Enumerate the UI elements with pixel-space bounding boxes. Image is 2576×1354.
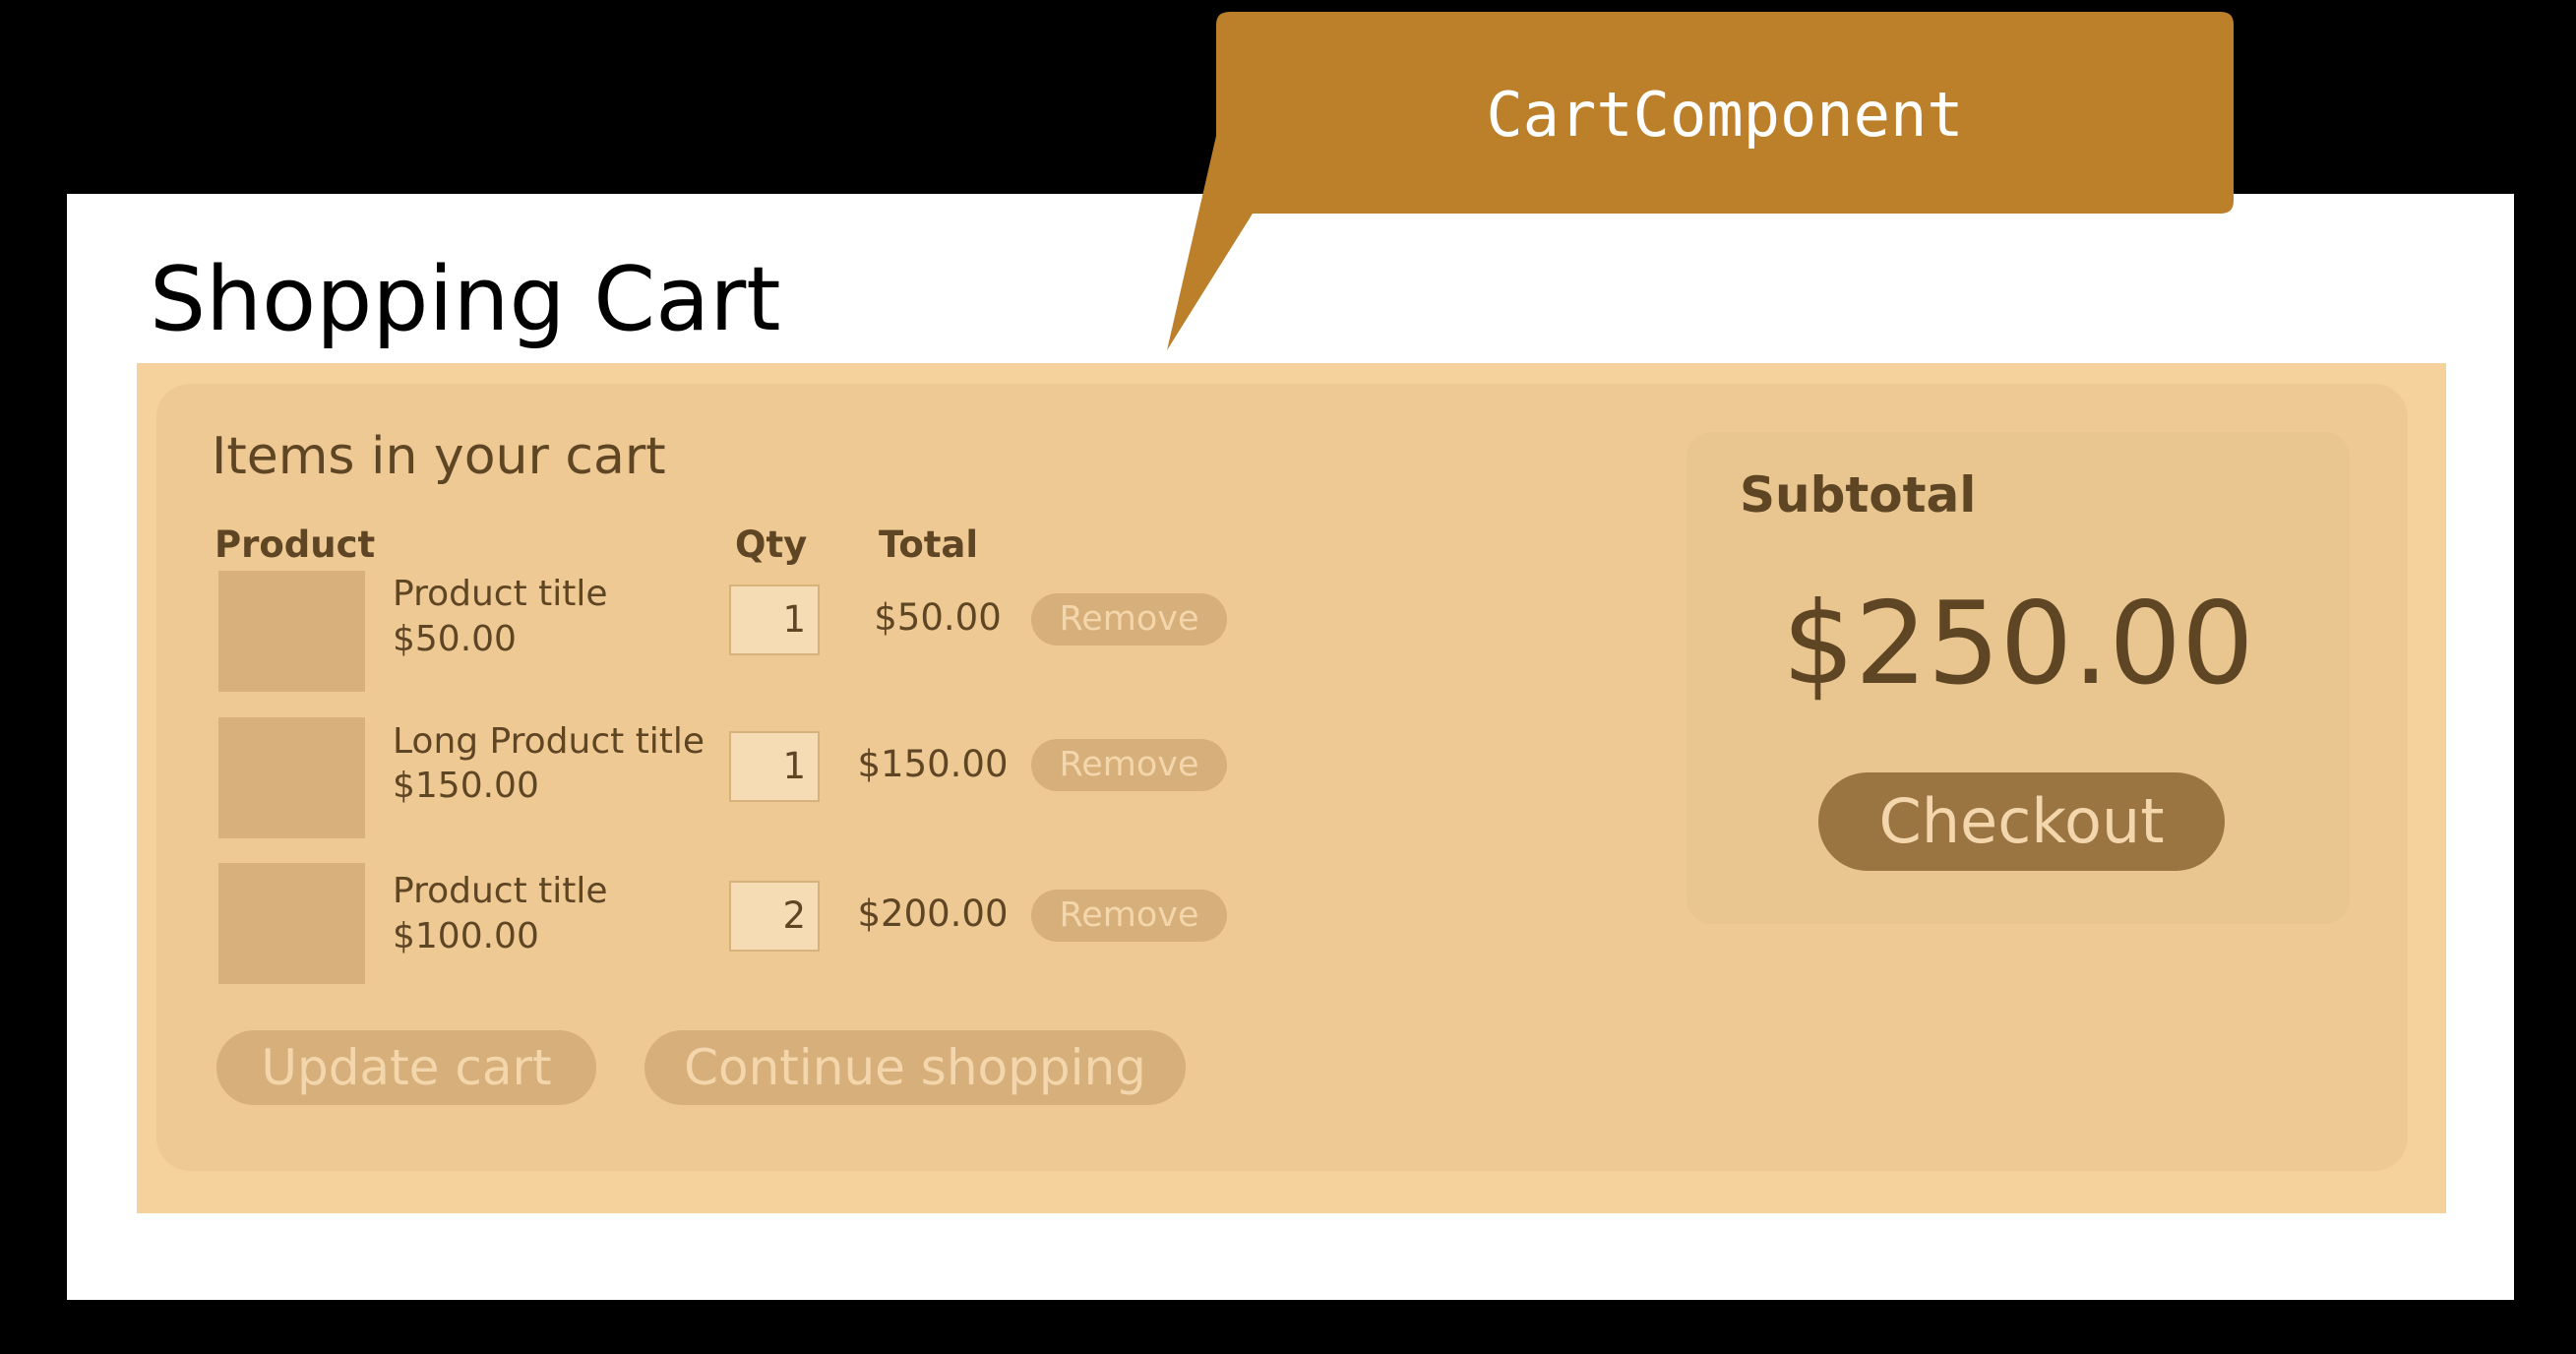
product-title: Long Product title bbox=[393, 721, 705, 762]
page-title: Shopping Cart bbox=[150, 248, 781, 351]
product-thumbnail bbox=[218, 863, 365, 984]
remove-button[interactable]: Remove bbox=[1031, 890, 1227, 942]
line-total: $150.00 bbox=[857, 743, 1009, 785]
subtotal-label: Subtotal bbox=[1740, 466, 1977, 523]
quantity-field[interactable]: 1 bbox=[729, 585, 820, 655]
product-price: $50.00 bbox=[393, 619, 517, 659]
product-thumbnail bbox=[218, 571, 365, 692]
line-total: $50.00 bbox=[874, 596, 1002, 639]
column-header-product: Product bbox=[215, 523, 376, 566]
remove-button[interactable]: Remove bbox=[1031, 739, 1227, 791]
line-total: $200.00 bbox=[857, 892, 1009, 935]
diagram-canvas: Shopping Cart Items in your cart Product… bbox=[0, 0, 2576, 1354]
update-cart-button[interactable]: Update cart bbox=[216, 1030, 596, 1105]
continue-shopping-button[interactable]: Continue shopping bbox=[644, 1030, 1186, 1105]
product-price: $100.00 bbox=[393, 916, 539, 956]
product-price: $150.00 bbox=[393, 766, 539, 806]
product-title: Product title bbox=[393, 574, 608, 614]
product-thumbnail bbox=[218, 717, 365, 838]
column-header-qty: Qty bbox=[735, 523, 808, 566]
remove-button[interactable]: Remove bbox=[1031, 593, 1227, 646]
checkout-button[interactable]: Checkout bbox=[1818, 772, 2225, 871]
quantity-field[interactable]: 2 bbox=[729, 881, 820, 952]
quantity-field[interactable]: 1 bbox=[729, 731, 820, 802]
cart-items-heading: Items in your cart bbox=[212, 427, 666, 486]
callout-label: CartComponent bbox=[1486, 79, 1964, 151]
column-header-total: Total bbox=[879, 523, 979, 566]
subtotal-value: $250.00 bbox=[1782, 578, 2254, 710]
product-title: Product title bbox=[393, 871, 608, 911]
